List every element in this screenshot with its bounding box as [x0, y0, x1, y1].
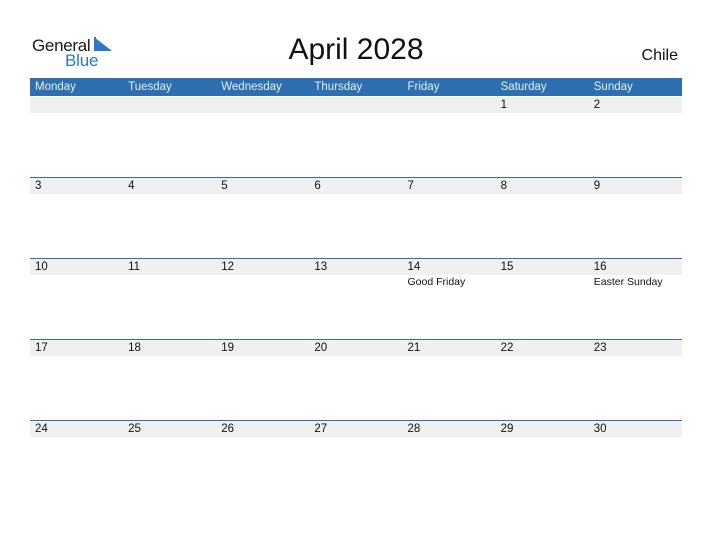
day-cell: 2	[589, 97, 682, 175]
day-cell	[309, 97, 402, 175]
day-number: 14	[407, 261, 421, 273]
week-row: 17 18 19 20 21 22 23	[30, 339, 682, 420]
day-number: 4	[128, 180, 135, 192]
week-row: 12	[30, 97, 682, 177]
day-cell: 10	[30, 259, 123, 337]
day-number: 10	[35, 261, 48, 273]
day-cell: 24	[30, 421, 123, 499]
day-cell: 18	[123, 340, 216, 418]
day-number	[314, 97, 402, 113]
day-number: 15	[500, 261, 514, 273]
day-number: 6	[314, 180, 321, 192]
day-number: 30	[593, 423, 607, 435]
day-cell: 6	[309, 178, 402, 256]
day-number: 7	[407, 180, 414, 192]
day-cell: 22	[496, 340, 589, 418]
day-number: 22	[500, 342, 514, 354]
day-number	[128, 97, 216, 113]
day-cell: 5	[216, 178, 309, 256]
day-number: 27	[314, 423, 328, 435]
week-row: 3 4 5 6 7 8 9	[30, 177, 682, 258]
day-cell	[30, 97, 123, 175]
day-cell: 9	[589, 178, 682, 256]
day-number: 29	[500, 423, 514, 435]
day-number: 26	[221, 423, 235, 435]
week-cells: 10 11 12 13 14 Good Friday 15 16 Easter Sunday	[30, 259, 682, 337]
day-cell: 29	[496, 421, 589, 499]
weekday-tuesday: Tuesday	[128, 81, 172, 93]
holiday-label: Easter Sunday	[593, 276, 663, 288]
day-cell	[123, 97, 216, 175]
weekday-header: Monday Tuesday Wednesday Thursday Friday…	[30, 78, 682, 96]
weekday-saturday: Saturday	[500, 81, 547, 93]
day-number: 2	[593, 99, 601, 111]
day-number: 23	[593, 342, 607, 354]
day-number: 9	[593, 180, 601, 192]
day-number: 20	[314, 342, 328, 354]
day-number: 21	[407, 342, 421, 354]
day-cell: 25	[123, 421, 216, 499]
day-cell: 28	[403, 421, 496, 499]
day-cell: 4	[123, 178, 216, 256]
day-number: 18	[128, 342, 141, 354]
weekday-wednesday: Wednesday	[221, 81, 282, 93]
day-cell: 23	[589, 340, 682, 418]
day-cell: 26	[216, 421, 309, 499]
day-number: 16	[593, 261, 607, 273]
day-number	[35, 97, 123, 113]
week-row: 24 25 26 27 28 29 30	[30, 420, 682, 501]
day-cell: 15	[496, 259, 589, 337]
day-number: 8	[500, 180, 508, 192]
day-cell: 21	[403, 340, 496, 418]
day-number: 1	[500, 99, 508, 111]
weekday-thursday: Thursday	[314, 81, 363, 93]
day-cell: 11	[123, 259, 216, 337]
day-cell: 17	[30, 340, 123, 418]
day-cell: 16 Easter Sunday	[589, 259, 682, 337]
day-number	[408, 97, 496, 113]
day-cell: 30	[589, 421, 682, 499]
holiday-label: Good Friday	[407, 276, 466, 288]
week-cells: 24 25 26 27 28 29 30	[30, 421, 682, 499]
day-cell: 3	[30, 178, 123, 256]
calendar-title: April 2028	[288, 33, 424, 66]
week-row: 10 11 12 13 14 Good Friday 15 16 Easter Sunday	[30, 258, 682, 339]
day-number: 11	[128, 261, 141, 273]
day-number: 3	[35, 180, 42, 192]
day-number	[221, 97, 309, 113]
day-cell	[216, 97, 309, 175]
country-label: Chile	[641, 47, 678, 64]
week-cells: 12	[30, 97, 682, 175]
day-cell: 12	[216, 259, 309, 337]
weekday-monday: Monday	[35, 81, 76, 93]
weekday-friday: Friday	[407, 81, 440, 93]
day-cell: 14 Good Friday	[403, 259, 496, 337]
day-number: 24	[35, 423, 48, 435]
day-cell: 20	[309, 340, 402, 418]
day-cell: 19	[216, 340, 309, 418]
day-number: 12	[221, 261, 235, 273]
week-cells: 3 4 5 6 7 8 9	[30, 178, 682, 256]
day-number: 5	[221, 180, 228, 192]
week-cells: 17 18 19 20 21 22 23	[30, 340, 682, 418]
day-cell: 27	[309, 421, 402, 499]
day-cell: 13	[309, 259, 402, 337]
day-cell: 1	[496, 97, 589, 175]
day-cell: 7	[403, 178, 496, 256]
day-cell	[403, 97, 496, 175]
day-number: 13	[314, 261, 328, 273]
day-number: 25	[128, 423, 141, 435]
day-number: 28	[407, 423, 421, 435]
day-number: 19	[221, 342, 235, 354]
day-number: 17	[35, 342, 48, 354]
day-cell: 8	[496, 178, 589, 256]
weekday-sunday: Sunday	[593, 81, 633, 93]
